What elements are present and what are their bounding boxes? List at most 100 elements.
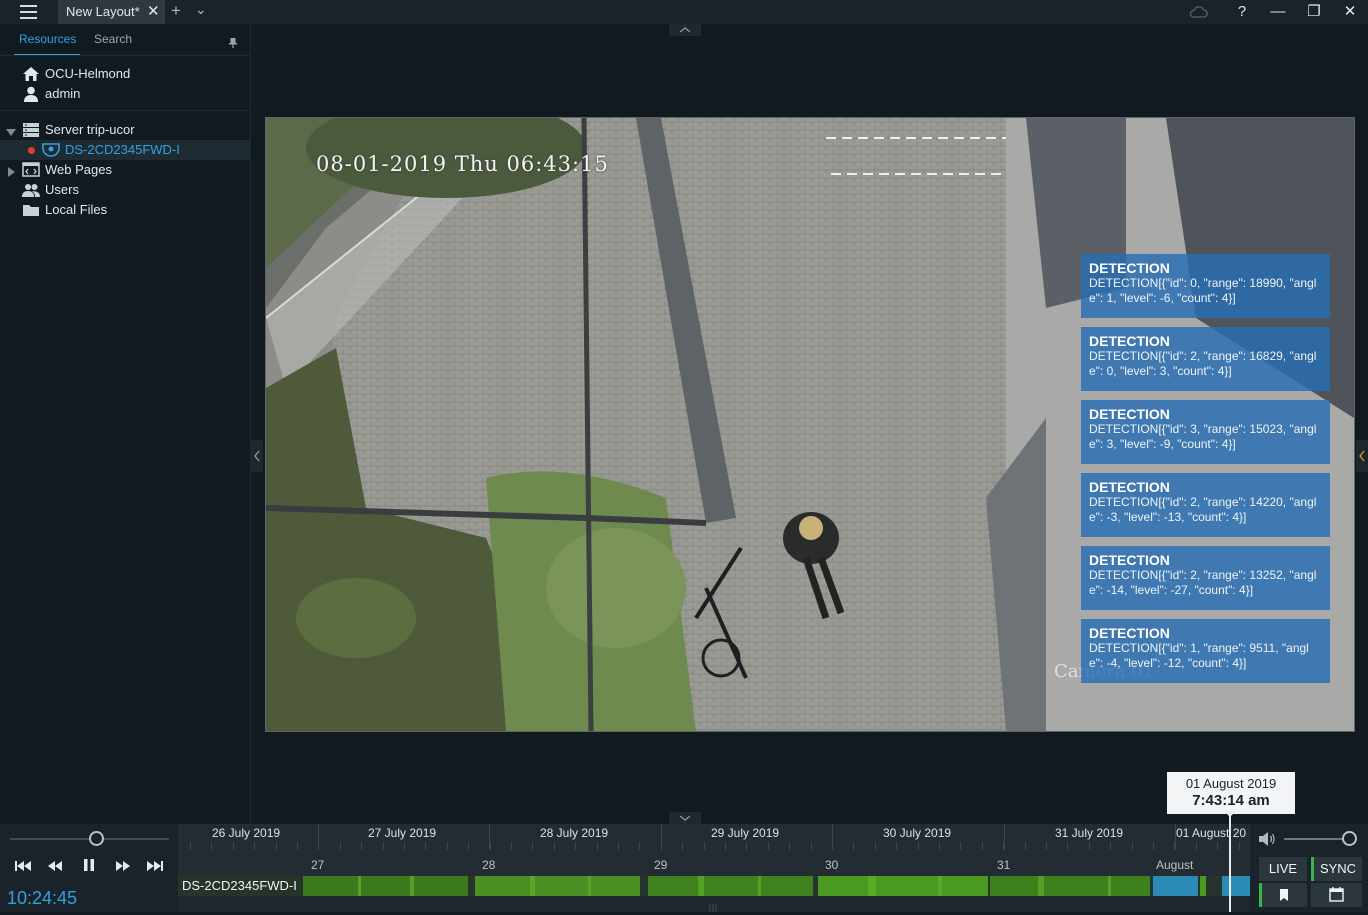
detection-title: DETECTION: [1089, 260, 1170, 276]
timeline-minor-tick: [340, 842, 341, 850]
camera-recording-track[interactable]: DS-2CD2345FWD-I: [178, 876, 1250, 896]
main-menu-icon[interactable]: [10, 3, 48, 21]
track-camera-label: DS-2CD2345FWD-I: [182, 878, 297, 893]
detection-title: DETECTION: [1089, 552, 1170, 568]
timeline-minor-tick: [875, 842, 876, 850]
timeline-minor-tick: [1196, 842, 1197, 850]
collapse-left-handle[interactable]: [251, 440, 263, 472]
timeline-minor-tick: [746, 842, 747, 850]
tooltip-time: 7:43:14 am: [1192, 792, 1270, 809]
detection-text: DETECTION[{"id": 2, "range": 14220, "ang…: [1089, 495, 1317, 524]
current-time-clock: 10:24:45: [7, 888, 78, 908]
tree-item-camera[interactable]: DS-2CD2345FWD-I: [0, 140, 250, 160]
pause-icon[interactable]: [76, 858, 102, 878]
chevron-down-icon[interactable]: ⌄: [195, 1, 207, 18]
tab-close-icon[interactable]: ✕: [147, 2, 160, 20]
volume-slider[interactable]: [1284, 838, 1350, 840]
bookmark-button[interactable]: [1259, 883, 1307, 907]
timeline-minor-tick: [939, 842, 940, 850]
timeline-minor-tick: [1174, 842, 1175, 850]
expand-arrow-icon[interactable]: [8, 165, 16, 180]
divider: [0, 110, 251, 111]
tree-item-label: Local Files: [45, 202, 108, 217]
timeline-scale[interactable]: 26 July 2019 27 July 2019 28 July 2019 2…: [178, 824, 1250, 876]
sync-button[interactable]: SYNC: [1311, 857, 1362, 881]
volume-icon[interactable]: [1258, 831, 1276, 847]
volume-slider-handle[interactable]: [1342, 831, 1357, 846]
system-item[interactable]: OCU-Helmond: [0, 64, 250, 84]
timeline-major-tick: [1004, 824, 1005, 850]
tree-item-users[interactable]: Users: [0, 180, 250, 200]
rewind-icon[interactable]: [42, 858, 68, 878]
pin-icon[interactable]: [229, 36, 237, 48]
timeline-minor-tick: [960, 842, 961, 850]
timeline-minor-tick: [661, 842, 662, 850]
collapse-top-handle[interactable]: [669, 24, 701, 36]
detection-text: DETECTION[{"id": 2, "range": 13252, "ang…: [1089, 568, 1317, 597]
timeline-minor-tick: [1132, 842, 1133, 850]
timeline-minor-tick: [447, 842, 448, 850]
timeline-day-label: 30: [825, 858, 839, 872]
timeline-day-label: 28: [482, 858, 496, 872]
tree-item-label: Server trip-ucor: [45, 122, 135, 137]
user-item[interactable]: admin: [0, 84, 250, 104]
server-icon: [22, 122, 40, 138]
skip-to-end-icon[interactable]: [142, 858, 168, 878]
timeline-minor-tick: [853, 842, 854, 850]
tree-item-web-pages[interactable]: Web Pages: [0, 160, 250, 180]
timeline-minor-tick: [811, 842, 812, 850]
tab-search[interactable]: Search: [94, 32, 132, 46]
tree-item-label: Web Pages: [45, 162, 112, 177]
timeline-date-label: 27 July 2019: [368, 826, 437, 840]
detection-text: DETECTION[{"id": 2, "range": 16829, "ang…: [1089, 349, 1317, 378]
detection-overlay: DETECTION DETECTION[{"id": 2, "range": 1…: [1081, 546, 1330, 610]
timeline-cursor-marker[interactable]: [1224, 811, 1236, 817]
timeline-minor-tick: [318, 842, 319, 850]
tab-resources[interactable]: Resources: [19, 32, 76, 46]
detection-overlay: DETECTION DETECTION[{"id": 2, "range": 1…: [1081, 473, 1330, 537]
add-tab-icon[interactable]: +: [171, 1, 181, 21]
skip-to-start-icon[interactable]: [10, 858, 36, 878]
collapse-right-handle[interactable]: [1356, 440, 1368, 472]
fast-forward-icon[interactable]: [110, 858, 136, 878]
collapse-bottom-handle[interactable]: [669, 812, 701, 824]
detection-title: DETECTION: [1089, 479, 1170, 495]
tree-item-label: Users: [45, 182, 79, 197]
calendar-icon: [1329, 887, 1344, 902]
timeline-minor-tick: [276, 842, 277, 850]
timeline-day-label: August: [1156, 858, 1194, 872]
web-pages-icon: [22, 162, 40, 178]
timeline-scrollbar[interactable]: [178, 896, 1250, 912]
timeline-minor-tick: [896, 842, 897, 850]
help-icon[interactable]: ?: [1224, 0, 1260, 24]
timeline-minor-tick: [297, 842, 298, 850]
system-name: OCU-Helmond: [45, 66, 131, 81]
tooltip-date: 01 August 2019: [1185, 776, 1277, 791]
cloud-icon[interactable]: [1180, 0, 1216, 24]
timeline-minor-tick: [361, 842, 362, 850]
timeline-date-label: 31 July 2019: [1055, 826, 1124, 840]
layout-tab[interactable]: New Layout* ✕: [58, 0, 165, 24]
timeline-day-label: 29: [654, 858, 668, 872]
restore-button[interactable]: ❐: [1296, 0, 1332, 24]
recording-indicator: [28, 147, 35, 154]
live-button[interactable]: LIVE: [1259, 857, 1307, 881]
detection-title: DETECTION: [1089, 333, 1170, 349]
divider: [0, 55, 251, 56]
tree-item-server[interactable]: Server trip-ucor: [0, 120, 250, 140]
tree-item-label: DS-2CD2345FWD-I: [65, 142, 180, 157]
folder-icon: [22, 202, 40, 218]
minimize-button[interactable]: —: [1260, 0, 1296, 24]
tree-item-local-files[interactable]: Local Files: [0, 200, 250, 220]
expand-arrow-icon[interactable]: [6, 125, 16, 140]
timeline-minor-tick: [789, 842, 790, 850]
timeline-minor-tick: [1110, 842, 1111, 850]
timeline-minor-tick: [211, 842, 212, 850]
timeline-minor-tick: [1089, 842, 1090, 850]
timeline-cursor[interactable]: [1229, 812, 1231, 912]
video-item[interactable]: 08-01-2019 Thu 06:43:15 Camera 01 DETECT…: [265, 117, 1355, 732]
scrollbar-grip-icon[interactable]: [708, 900, 718, 912]
timeline-minor-tick: [618, 842, 619, 850]
calendar-button[interactable]: [1311, 883, 1362, 907]
close-button[interactable]: ✕: [1332, 0, 1368, 24]
